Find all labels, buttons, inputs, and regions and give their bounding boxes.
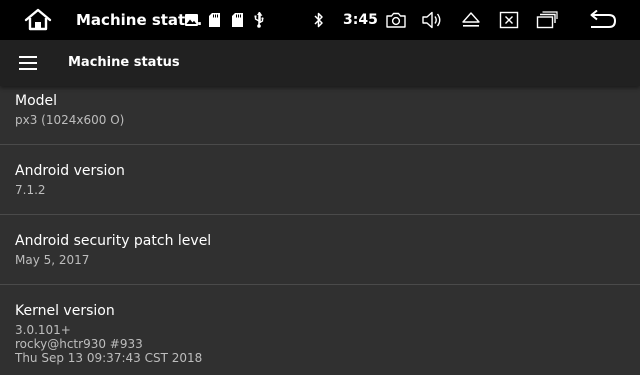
list-item-security-patch[interactable]: Android security patch level May 5, 2017 — [0, 233, 640, 267]
camera-icon[interactable] — [384, 0, 408, 40]
home-icon[interactable] — [20, 0, 56, 40]
list-item-value: px3 (1024x600 O) — [15, 113, 125, 127]
list-item-title: Android security patch level — [15, 233, 212, 249]
clock: 3:45 — [343, 12, 378, 28]
app-bar: Machine status — [0, 40, 640, 86]
divider — [0, 144, 640, 145]
settings-list[interactable]: Model px3 (1024x600 O) Android version 7… — [0, 86, 640, 375]
divider — [0, 284, 640, 285]
list-item-kernel-version[interactable]: Kernel version 3.0.101+ rocky@hctr930 #9… — [0, 303, 640, 365]
image-icon — [183, 0, 199, 40]
list-item-title: Kernel version — [15, 303, 115, 319]
bluetooth-icon — [311, 0, 327, 40]
close-box-icon[interactable] — [497, 0, 521, 40]
list-item-value: May 5, 2017 — [15, 253, 90, 267]
sd-card-icon — [229, 0, 245, 40]
usb-icon — [251, 0, 267, 40]
volume-icon[interactable] — [421, 0, 445, 40]
list-item-value: 7.1.2 — [15, 183, 46, 197]
divider — [0, 214, 640, 215]
back-icon[interactable] — [586, 0, 618, 40]
list-item-value: 3.0.101+ rocky@hctr930 #933 Thu Sep 13 0… — [15, 323, 203, 365]
status-bar: Machine stat... 3:45 — [0, 0, 640, 40]
eject-icon[interactable] — [459, 0, 483, 40]
list-item-android-version[interactable]: Android version 7.1.2 — [0, 163, 640, 197]
hamburger-menu-icon[interactable] — [8, 43, 48, 83]
list-item-title: Model — [15, 93, 58, 109]
list-item-model[interactable]: Model px3 (1024x600 O) — [0, 93, 640, 127]
sd-card-icon — [206, 0, 222, 40]
recent-apps-icon[interactable] — [534, 0, 560, 40]
page-title: Machine status — [68, 55, 180, 70]
list-item-title: Android version — [15, 163, 125, 179]
